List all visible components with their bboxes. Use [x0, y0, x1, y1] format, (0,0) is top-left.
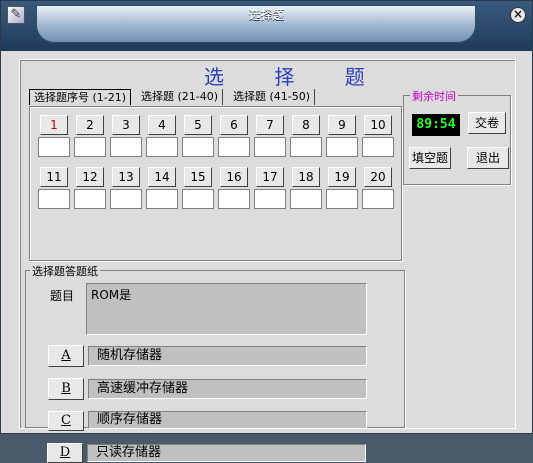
- answer-box-12[interactable]: [74, 189, 106, 209]
- question-button-6[interactable]: 6: [220, 115, 248, 135]
- question-button-18[interactable]: 18: [292, 167, 320, 187]
- answer-box-5[interactable]: [182, 137, 214, 157]
- answer-box-4[interactable]: [146, 137, 178, 157]
- answer-box-17[interactable]: [254, 189, 286, 209]
- answer-box-9[interactable]: [326, 137, 358, 157]
- page-title: 选 择 题: [204, 65, 387, 89]
- answer-box-14[interactable]: [146, 189, 178, 209]
- tab-questions-41-50[interactable]: 选择题 (41-50): [229, 89, 316, 105]
- answer-box-13[interactable]: [110, 189, 142, 209]
- option-b-text: 高速缓冲存储器: [88, 379, 367, 399]
- option-c-button[interactable]: C: [48, 411, 84, 431]
- answer-box-3[interactable]: [110, 137, 142, 157]
- question-button-8[interactable]: 8: [292, 115, 320, 135]
- question-button-17[interactable]: 17: [256, 167, 284, 187]
- question-button-14[interactable]: 14: [148, 167, 176, 187]
- answer-box-8[interactable]: [290, 137, 322, 157]
- question-button-19[interactable]: 19: [328, 167, 356, 187]
- question-button-20[interactable]: 20: [364, 167, 392, 187]
- answer-box-18[interactable]: [290, 189, 322, 209]
- fill-blank-button[interactable]: 填空题: [409, 147, 451, 169]
- question-text: ROM是: [86, 283, 367, 335]
- question-grid: 1 2 3 4 5 6 7 8 9 10 11 12 13 14 15 16 1…: [29, 106, 402, 261]
- answer-box-11[interactable]: [38, 189, 70, 209]
- remaining-time-label: 剩余时间: [410, 88, 458, 104]
- question-label: 题目: [50, 289, 75, 303]
- answer-box-10[interactable]: [362, 137, 394, 157]
- answer-box-7[interactable]: [254, 137, 286, 157]
- option-a-button[interactable]: A: [48, 345, 84, 367]
- question-button-4[interactable]: 4: [148, 115, 176, 135]
- tab-questions-21-40[interactable]: 选择题 (21-40): [137, 89, 224, 105]
- answer-box-6[interactable]: [218, 137, 250, 157]
- title-bar: ✎ 选择题 ×: [1, 1, 532, 51]
- question-button-16[interactable]: 16: [220, 167, 248, 187]
- timer-display: 89:54: [412, 114, 460, 136]
- question-button-15[interactable]: 15: [184, 167, 212, 187]
- option-a-text: 随机存储器: [88, 346, 367, 366]
- question-button-10[interactable]: 10: [364, 115, 392, 135]
- option-d-text: 只读存储器: [87, 444, 366, 462]
- answer-box-16[interactable]: [218, 189, 250, 209]
- exit-button[interactable]: 退出: [467, 147, 509, 169]
- question-button-13[interactable]: 13: [112, 167, 140, 187]
- question-button-12[interactable]: 12: [76, 167, 104, 187]
- option-c-text: 顺序存储器: [88, 411, 367, 429]
- close-icon[interactable]: ×: [510, 7, 526, 23]
- question-button-5[interactable]: 5: [184, 115, 212, 135]
- question-button-2[interactable]: 2: [76, 115, 104, 135]
- answer-box-19[interactable]: [326, 189, 358, 209]
- tab-questions-1-21[interactable]: 选择题序号 (1-21): [29, 89, 132, 105]
- window-body: 选 择 题 选择题序号 (1-21) 选择题 (21-40) 选择题 (41-5…: [9, 51, 524, 463]
- window-title: 选择题: [248, 8, 285, 22]
- answer-box-20[interactable]: [362, 189, 394, 209]
- answer-sheet: 选择题答题纸 题目 ROM是 A 随机存储器 B 高速缓冲存储器 C 顺序存储器: [25, 263, 405, 431]
- remaining-time-group: 剩余时间 89:54 交卷: [403, 88, 511, 185]
- answer-box-15[interactable]: [182, 189, 214, 209]
- question-button-11[interactable]: 11: [40, 167, 68, 187]
- option-d-button[interactable]: D: [47, 443, 83, 463]
- answer-sheet-label: 选择题答题纸: [30, 263, 100, 279]
- answer-box-2[interactable]: [74, 137, 106, 157]
- option-b-button[interactable]: B: [48, 378, 84, 400]
- answer-box-1[interactable]: [38, 137, 70, 157]
- question-button-9[interactable]: 9: [328, 115, 356, 135]
- submit-button[interactable]: 交卷: [468, 112, 506, 134]
- question-button-7[interactable]: 7: [256, 115, 284, 135]
- question-button-3[interactable]: 3: [112, 115, 140, 135]
- question-button-1[interactable]: 1: [40, 115, 68, 135]
- app-window: ✎ 选择题 × 选 择 题 选择题序号 (1-21) 选择题 (21-40) 选…: [0, 0, 533, 463]
